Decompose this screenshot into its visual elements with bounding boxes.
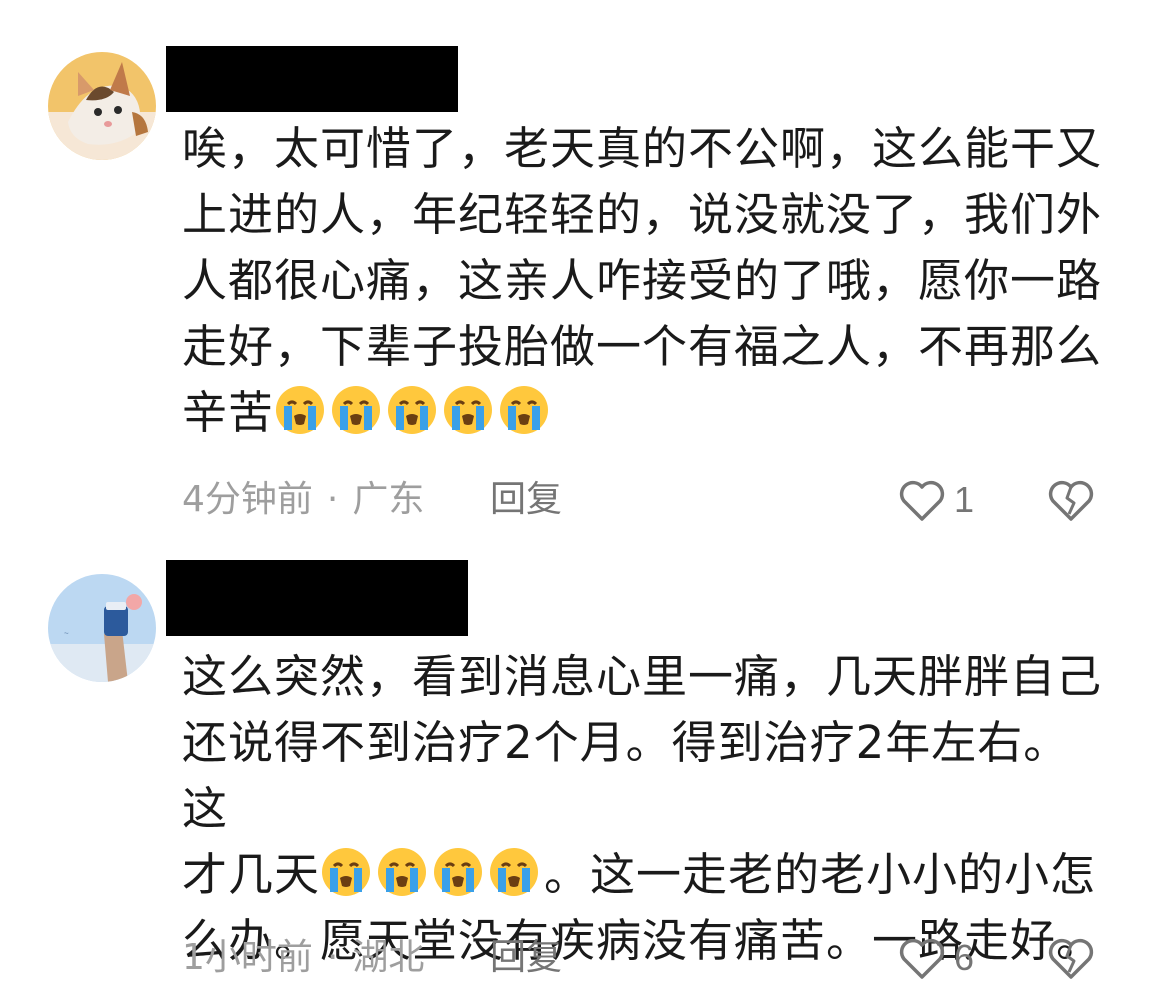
loudly-crying-face-icon	[388, 386, 437, 434]
comment-text: 唉，太可惜了，老天真的不公啊，这么能干又 上进的人，年纪轻轻的，说没就没了，我们…	[182, 116, 1102, 446]
emoji-row	[320, 848, 544, 901]
dislike-button[interactable]	[1046, 934, 1096, 982]
loudly-crying-face-icon	[322, 848, 371, 896]
username-redacted	[166, 560, 468, 636]
loudly-crying-face-icon	[490, 848, 539, 896]
reply-button[interactable]: 回复	[490, 936, 562, 980]
loudly-crying-face-icon	[378, 848, 427, 896]
loudly-crying-face-icon	[332, 386, 381, 434]
heart-icon	[899, 938, 945, 979]
like-count: 6	[954, 937, 975, 978]
comment-item: ~ 这么突然，看到消息心里一痛，几天胖胖自己 还说得不到治疗2个月。得到治疗2年…	[0, 540, 1149, 992]
heart-icon	[899, 480, 945, 521]
emoji-row	[274, 386, 554, 439]
meta-separator: ·	[326, 479, 339, 520]
comment-meta: 1小时前 · 湖北	[182, 936, 424, 980]
comment-item: 唉，太可惜了，老天真的不公啊，这么能干又 上进的人，年纪轻轻的，说没就没了，我们…	[0, 0, 1149, 540]
comment-time: 1小时前	[182, 937, 313, 978]
comment-location: 广东	[352, 479, 425, 520]
meta-separator: ·	[326, 937, 339, 978]
broken-heart-icon	[1048, 480, 1094, 521]
avatar[interactable]	[48, 52, 156, 160]
comment-meta: 4分钟前 · 广东	[182, 478, 424, 522]
loudly-crying-face-icon	[500, 386, 549, 434]
like-count: 1	[954, 479, 975, 520]
comment-time: 4分钟前	[182, 479, 313, 520]
loudly-crying-face-icon	[434, 848, 483, 896]
avatar[interactable]: ~	[48, 574, 156, 682]
loudly-crying-face-icon	[444, 386, 493, 434]
reply-button[interactable]: 回复	[490, 478, 562, 522]
comment-text: 这么突然，看到消息心里一痛，几天胖胖自己 还说得不到治疗2个月。得到治疗2年左右…	[182, 644, 1102, 974]
comment-location: 湖北	[352, 937, 425, 978]
broken-heart-icon	[1048, 938, 1094, 979]
dislike-button[interactable]	[1046, 476, 1096, 524]
username-redacted	[166, 46, 458, 112]
loudly-crying-face-icon	[276, 386, 325, 434]
svg-text:~: ~	[64, 629, 69, 638]
like-button[interactable]: 6	[898, 934, 974, 982]
like-button[interactable]: 1	[898, 476, 974, 524]
